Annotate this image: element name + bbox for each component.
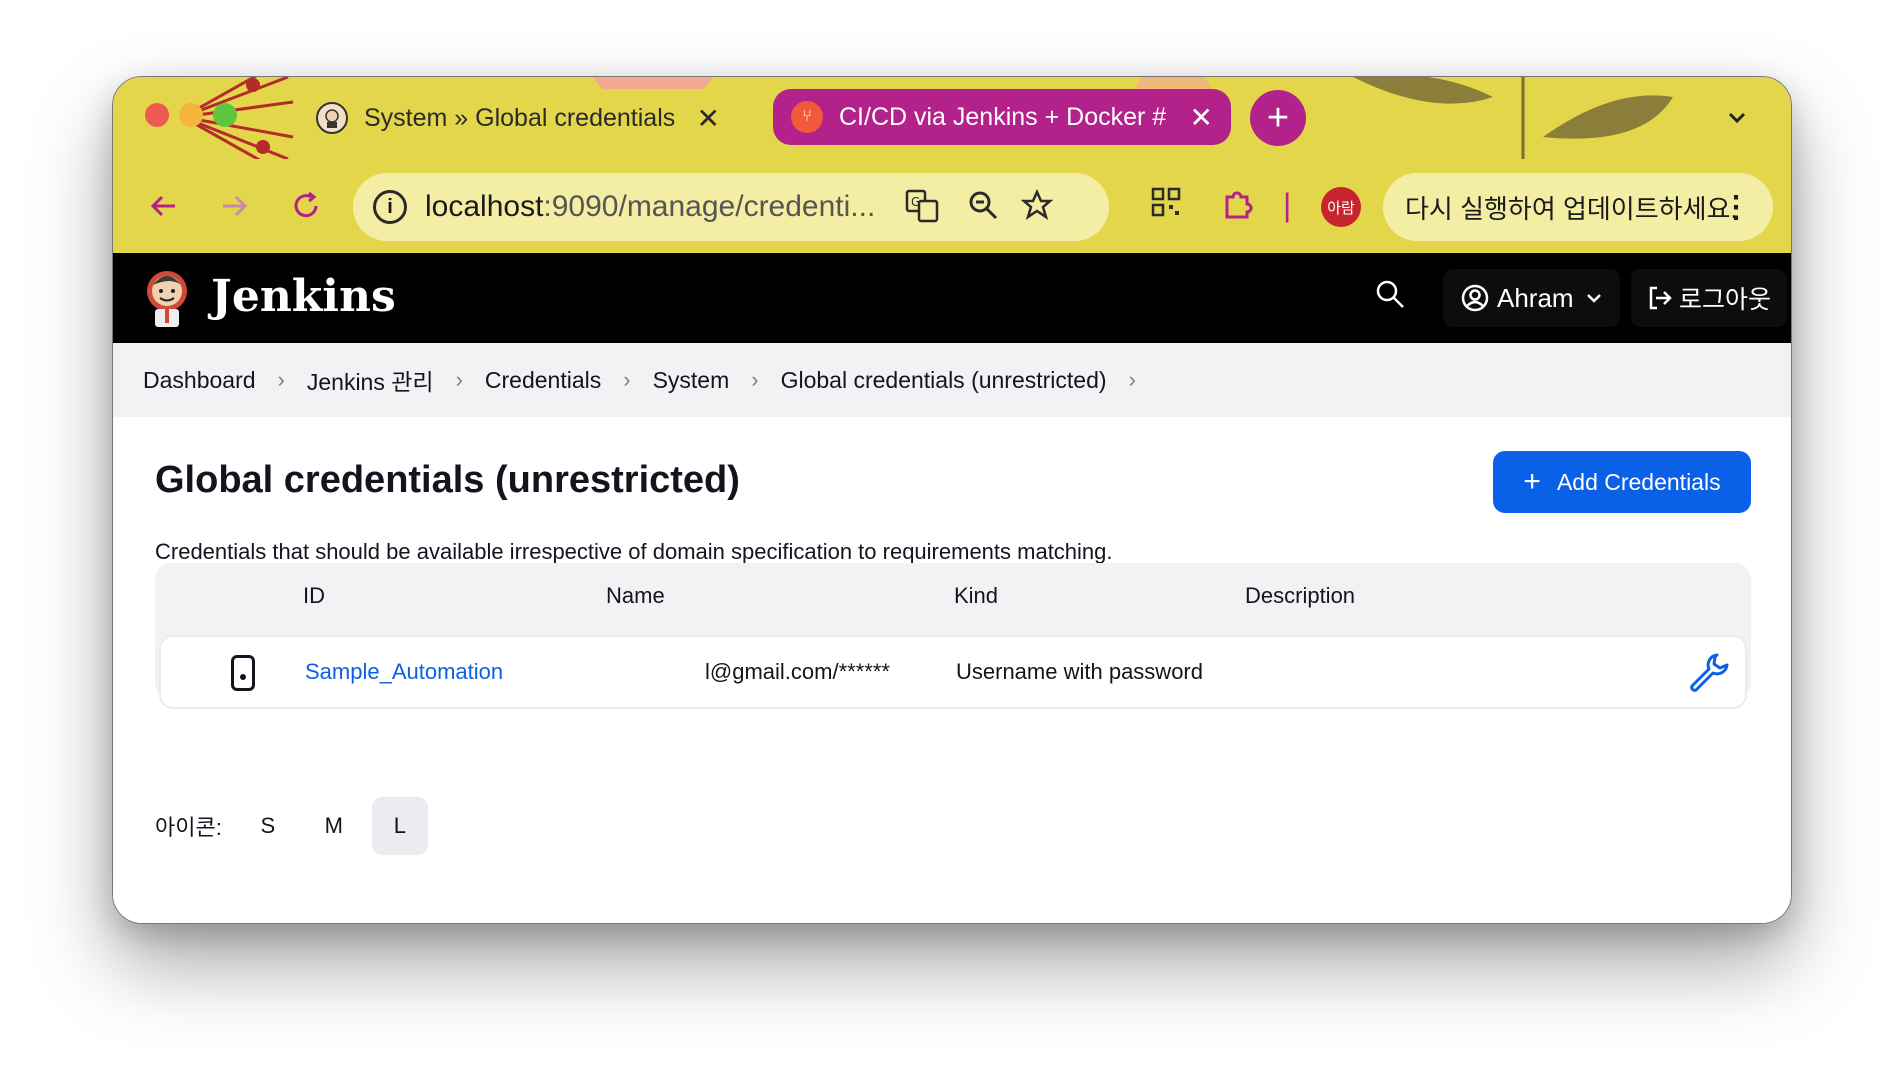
close-window-button[interactable] (145, 103, 169, 127)
new-tab-button[interactable]: + (1250, 90, 1306, 146)
credentials-table: ID Name Kind Description Sample_Automati… (155, 563, 1751, 709)
url-path: :9090/manage/credenti... (543, 190, 876, 223)
icon-size-selector: 아이콘: S M L (155, 797, 428, 855)
icon-size-s[interactable]: S (240, 797, 296, 855)
zoom-icon[interactable] (967, 189, 999, 229)
chevron-right-icon: › (277, 367, 285, 392)
user-name: Ahram (1497, 282, 1574, 313)
add-credentials-button[interactable]: + Add Credentials (1493, 451, 1751, 513)
address-bar[interactable]: i localhost:9090/manage/credenti... G (353, 173, 1109, 241)
chevron-right-icon: › (751, 367, 759, 392)
breadcrumb: Dashboard › Jenkins 관리 › Credentials › S… (113, 343, 1791, 417)
jenkins-title[interactable]: Jenkins (211, 271, 396, 322)
chevron-right-icon: › (455, 367, 463, 392)
minimize-window-button[interactable] (179, 103, 203, 127)
profile-avatar[interactable]: 아람 (1321, 187, 1361, 227)
page-description: Credentials that should be available irr… (155, 539, 1113, 564)
jenkins-header: Jenkins Ahram 로그아웃 (113, 253, 1791, 343)
icon-size-m[interactable]: M (306, 797, 362, 855)
logout-icon (1649, 286, 1672, 310)
jenkins-favicon-icon (316, 102, 348, 134)
forward-button[interactable] (209, 181, 259, 231)
user-icon (1461, 284, 1489, 312)
tab-title: System » Global credentials ( (364, 103, 683, 132)
git-favicon-icon: ⑂ (791, 101, 823, 133)
bookmark-star-icon[interactable] (1020, 188, 1054, 229)
search-icon (1376, 280, 1404, 308)
extensions-icon[interactable] (1221, 187, 1255, 229)
url-host: localhost (425, 190, 544, 223)
credential-id-link[interactable]: Sample_Automation (305, 659, 503, 685)
search-button[interactable] (1375, 279, 1405, 317)
svg-text:G: G (911, 195, 920, 209)
jenkins-logo-icon[interactable] (141, 267, 193, 329)
table-row: Sample_Automation l@gmail.com/****** Use… (159, 635, 1747, 709)
breadcrumb-credentials[interactable]: Credentials (485, 367, 601, 394)
chevron-right-icon: › (623, 367, 631, 392)
credential-kind: Username with password (956, 659, 1203, 684)
tab-search-button[interactable] (1709, 91, 1765, 145)
user-menu-button[interactable]: Ahram (1443, 269, 1620, 327)
chevron-right-icon[interactable]: › (1129, 367, 1136, 393)
credential-name: l@gmail.com/****** (705, 659, 890, 684)
qr-code-icon[interactable] (1151, 187, 1181, 225)
plus-icon: + (1523, 465, 1541, 498)
column-header-name: Name (606, 583, 665, 608)
icon-size-label: 아이콘: (155, 815, 222, 840)
tab-title: CI/CD via Jenkins + Docker # (839, 102, 1167, 131)
logout-button[interactable]: 로그아웃 (1631, 269, 1788, 327)
more-menu-icon[interactable]: ⋮ (1721, 190, 1751, 225)
browser-window: System » Global credentials ( ✕ ⑂ CI/CD … (112, 76, 1792, 924)
url-text: localhost:9090/manage/credenti... (425, 190, 885, 224)
tab-jenkins-credentials[interactable]: System » Global credentials ( ✕ (298, 89, 738, 147)
chevron-down-icon (1728, 112, 1746, 124)
credential-type-icon (231, 655, 255, 691)
column-header-id: ID (303, 583, 325, 608)
icon-size-l[interactable]: L (371, 797, 428, 855)
tab-cicd-docker[interactable]: ⑂ CI/CD via Jenkins + Docker # ✕ (773, 89, 1231, 145)
maximize-window-button[interactable] (213, 103, 237, 127)
reload-button[interactable] (281, 181, 331, 231)
breadcrumb-manage-jenkins[interactable]: Jenkins 관리 (307, 363, 434, 397)
close-tab-icon[interactable]: ✕ (697, 102, 720, 135)
arrow-left-icon (150, 195, 175, 217)
add-credentials-label: Add Credentials (1556, 468, 1721, 495)
main-content: Global credentials (unrestricted) + Add … (113, 417, 1791, 923)
arrow-right-icon (223, 195, 248, 217)
logout-label: 로그아웃 (1679, 286, 1772, 314)
translate-icon[interactable]: G (905, 189, 939, 231)
browser-toolbar: i localhost:9090/manage/credenti... G | … (113, 159, 1791, 253)
breadcrumb-global-credentials[interactable]: Global credentials (unrestricted) (781, 367, 1107, 394)
back-button[interactable] (139, 181, 189, 231)
page-title: Global credentials (unrestricted) (155, 459, 740, 501)
update-chip[interactable]: 다시 실행하여 업데이트하세요. ⋮ (1383, 173, 1773, 241)
chevron-down-icon (1586, 294, 1601, 303)
column-header-description: Description (1245, 583, 1356, 608)
reload-icon (294, 191, 318, 218)
update-prompt-text: 다시 실행하여 업데이트하세요. (1405, 193, 1738, 224)
configure-wrench-icon[interactable] (1687, 651, 1729, 703)
toolbar-divider: | (1283, 187, 1292, 223)
breadcrumb-system[interactable]: System (653, 367, 730, 394)
column-header-kind: Kind (954, 583, 999, 608)
breadcrumb-dashboard[interactable]: Dashboard (143, 367, 256, 394)
close-tab-icon[interactable]: ✕ (1190, 101, 1213, 134)
site-info-icon[interactable]: i (373, 190, 407, 224)
tab-strip: System » Global credentials ( ✕ ⑂ CI/CD … (113, 77, 1791, 159)
